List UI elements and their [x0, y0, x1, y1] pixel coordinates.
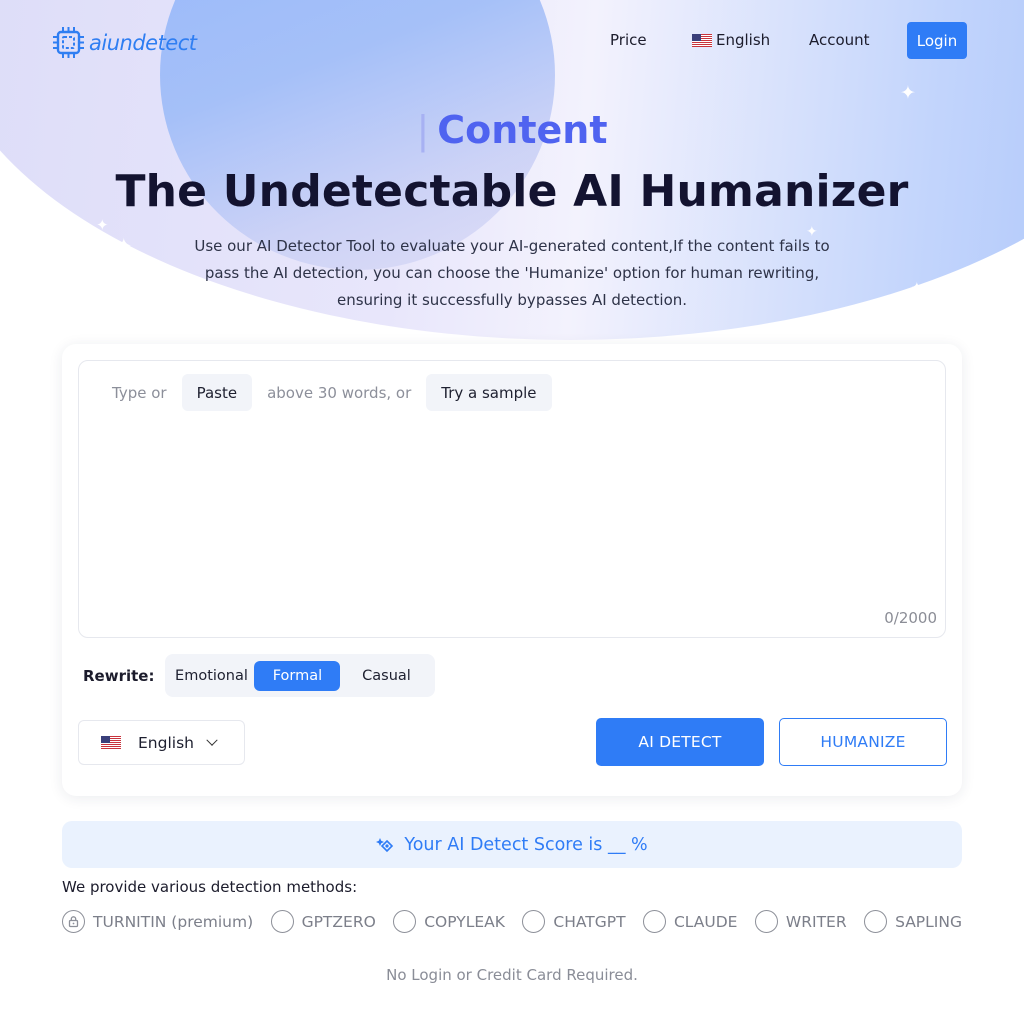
- method-label: WRITER: [785, 912, 847, 931]
- methods-title: We provide various detection methods:: [62, 878, 358, 896]
- radio-button[interactable]: [393, 910, 417, 933]
- ai-detect-button[interactable]: AI DETECT: [596, 718, 764, 766]
- paste-button[interactable]: Paste: [181, 374, 253, 411]
- sparkle-icon: ✦: [900, 82, 916, 104]
- word-counter: 0/2000: [884, 609, 937, 627]
- editor-hint-prefix: Type or: [112, 383, 167, 402]
- text-input-area[interactable]: Type or Paste above 30 words, or Try a s…: [78, 360, 946, 638]
- nav-price-label: Price: [610, 31, 647, 49]
- top-navbar: aiundetect Price English Account Login: [0, 0, 1024, 80]
- detect-score-banner: Your AI Detect Score is __ %: [62, 821, 962, 868]
- nav-language-label: English: [716, 31, 771, 49]
- sparkle-diamond-icon: [376, 837, 394, 852]
- try-sample-button[interactable]: Try a sample: [426, 374, 552, 411]
- radio-button[interactable]: [754, 910, 778, 933]
- method-label: SAPLING: [895, 912, 962, 931]
- rewrite-segmented-control: Emotional Formal Casual: [165, 654, 436, 697]
- nav-language[interactable]: English: [692, 31, 770, 49]
- nav-account[interactable]: Account: [809, 31, 870, 49]
- detector-card: Type or Paste above 30 words, or Try a s…: [62, 344, 962, 796]
- lock-icon: [62, 910, 85, 933]
- method-copyleak[interactable]: COPYLEAK: [393, 910, 505, 933]
- method-writer[interactable]: WRITER: [754, 910, 847, 933]
- method-label: CLAUDE: [673, 912, 738, 931]
- hero-kicker-text: Content: [437, 108, 608, 152]
- editor-hint: Type or Paste above 30 words, or Try a s…: [112, 374, 552, 411]
- sparkle-icon: ✦: [115, 234, 133, 258]
- us-flag-icon: [101, 736, 121, 749]
- footer-note: No Login or Credit Card Required.: [386, 966, 638, 984]
- method-chatgpt[interactable]: CHATGPT: [522, 910, 626, 933]
- logo-chip-icon: [53, 27, 84, 58]
- radio-button[interactable]: [270, 910, 294, 933]
- brand-name: aiundetect: [89, 30, 197, 55]
- sparkle-icon: ✦: [911, 280, 923, 296]
- us-flag-icon: [692, 33, 712, 47]
- method-gptzero[interactable]: GPTZERO: [270, 910, 376, 933]
- language-select-value: English: [138, 733, 194, 752]
- language-select[interactable]: English: [78, 720, 245, 765]
- radio-button[interactable]: [522, 910, 546, 933]
- nav-account-label: Account: [809, 31, 870, 49]
- detection-methods: TURNITIN (premium) GPTZERO COPYLEAK CHAT…: [62, 910, 962, 933]
- chevron-down-icon: [206, 734, 218, 746]
- radio-button[interactable]: [642, 910, 666, 933]
- method-label: COPYLEAK: [424, 912, 505, 931]
- method-label: TURNITIN (premium): [93, 912, 254, 931]
- method-claude[interactable]: CLAUDE: [642, 910, 738, 933]
- method-label: GPTZERO: [301, 912, 376, 931]
- method-label: CHATGPT: [553, 912, 626, 931]
- hero-kicker: | Content: [0, 108, 1024, 152]
- rewrite-label: Rewrite:: [83, 666, 155, 685]
- login-button[interactable]: Login: [907, 22, 967, 59]
- detect-score-text: Your AI Detect Score is __ %: [404, 834, 648, 855]
- rewrite-option-emotional[interactable]: Emotional: [168, 661, 254, 691]
- sparkle-icon: ✦: [96, 216, 109, 234]
- editor-hint-middle: above 30 words, or: [267, 383, 412, 402]
- rewrite-option-casual[interactable]: Casual: [340, 661, 432, 691]
- method-sapling[interactable]: SAPLING: [864, 910, 962, 933]
- typing-cursor-icon: |: [416, 108, 430, 152]
- sparkle-icon: ✦: [806, 224, 818, 240]
- rewrite-option-formal[interactable]: Formal: [254, 660, 341, 691]
- nav-price[interactable]: Price: [610, 31, 647, 49]
- humanize-button[interactable]: HUMANIZE: [779, 718, 947, 766]
- radio-button[interactable]: [864, 910, 888, 933]
- brand-logo[interactable]: aiundetect: [52, 26, 197, 59]
- hero-description: Use our AI Detector Tool to evaluate you…: [194, 237, 830, 309]
- rewrite-mode-group: Rewrite: Emotional Formal Casual: [83, 654, 436, 697]
- page-title: The Undetectable AI Humanizer: [115, 166, 909, 217]
- method-turnitin[interactable]: TURNITIN (premium): [62, 910, 253, 933]
